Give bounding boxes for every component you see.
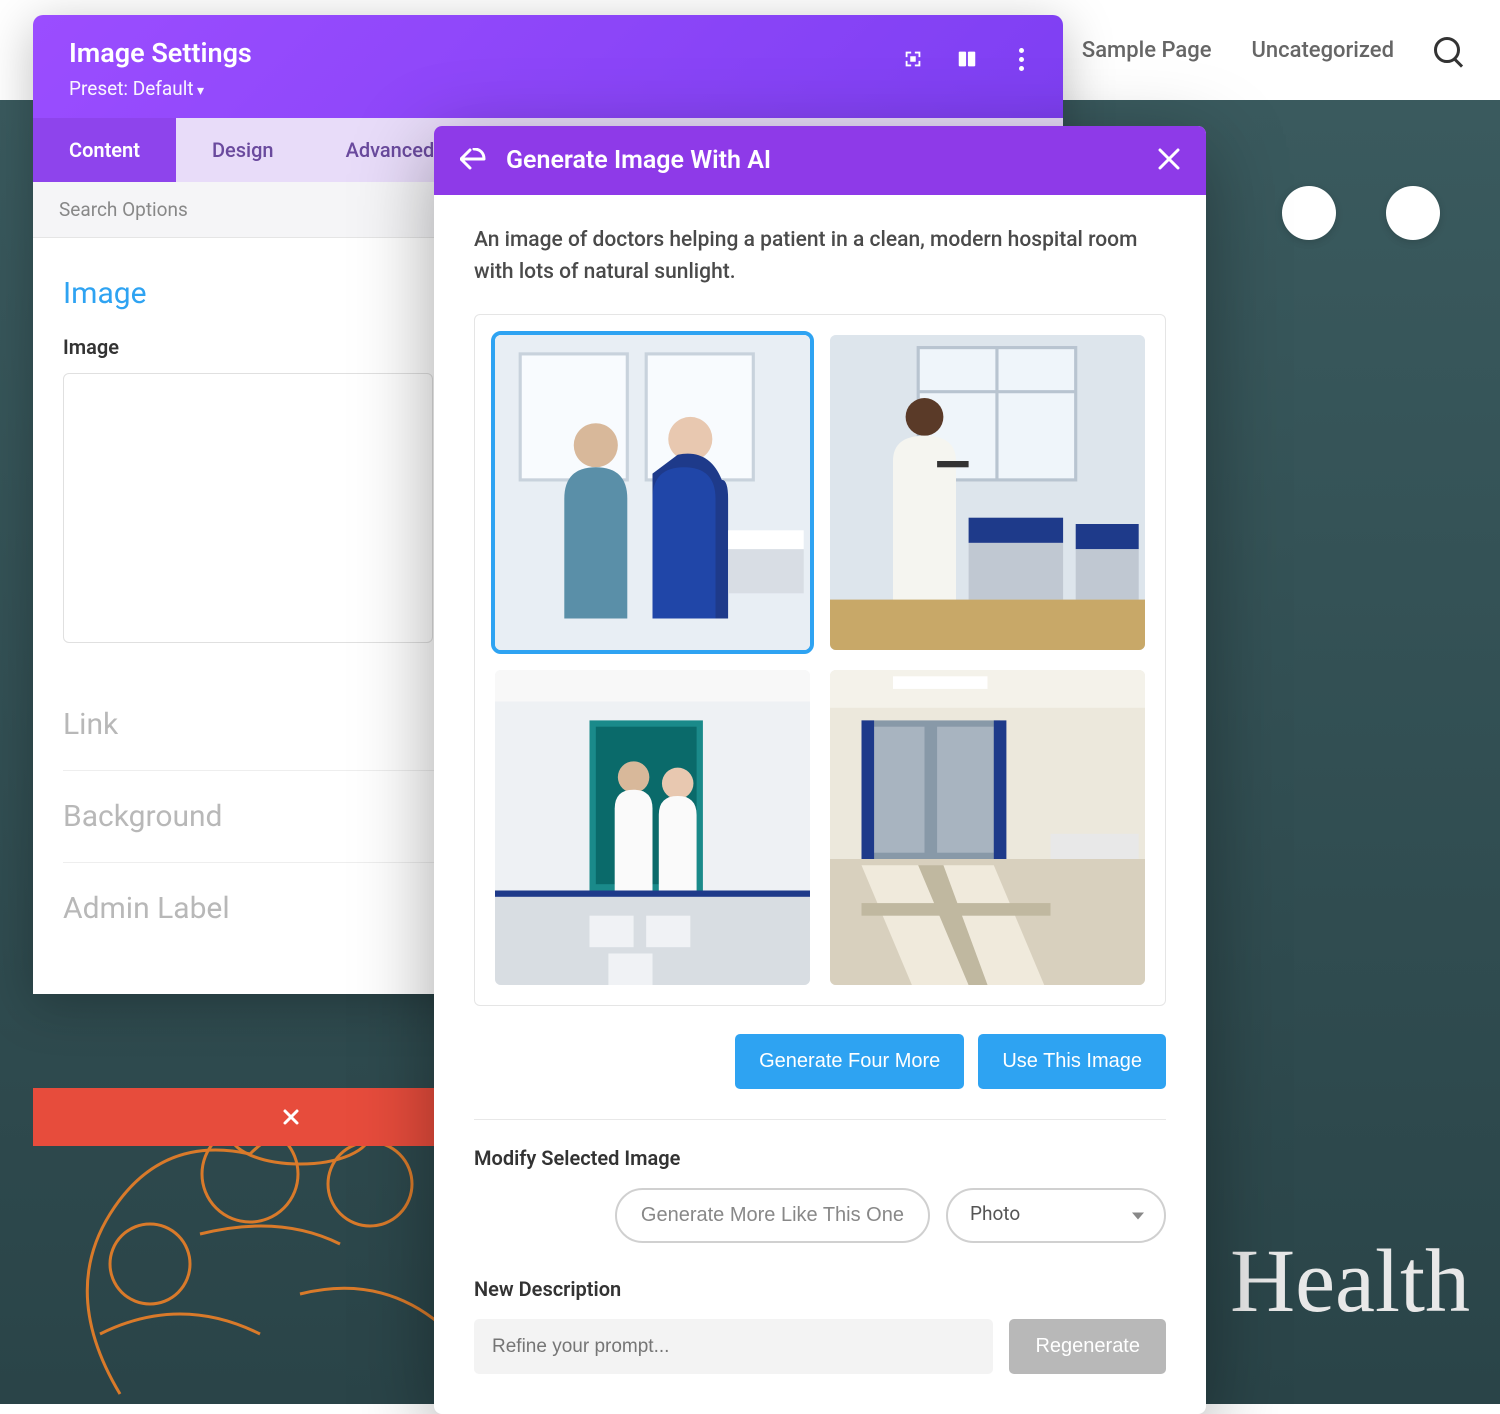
regenerate-button[interactable]: Regenerate [1009,1319,1166,1374]
settings-title: Image Settings [69,37,252,69]
ai-result-thumb-4[interactable] [830,670,1145,985]
new-description-row: Regenerate [474,1319,1166,1374]
preset-dropdown[interactable]: Preset: Default [69,77,252,100]
ai-primary-actions: Generate Four More Use This Image [474,1034,1166,1089]
close-button[interactable] [1158,147,1180,175]
back-arrow-icon [460,148,486,170]
settings-header: Image Settings Preset: Default [33,15,1063,118]
ai-result-thumb-3[interactable] [495,670,810,985]
modify-row: Generate More Like This One Photo [474,1188,1166,1243]
new-description-label: New Description [474,1277,1166,1301]
modify-selected-label: Modify Selected Image [474,1146,1166,1170]
hero-circles [1282,186,1440,240]
tab-content[interactable]: Content [33,118,176,182]
style-select[interactable]: Photo [946,1188,1166,1243]
hero-title: i Health [1183,1230,1470,1333]
search-icon[interactable] [1434,37,1460,63]
ai-modal-header: Generate Image With AI [434,126,1206,195]
fullscreen-icon[interactable] [901,47,925,71]
ai-modal-title: Generate Image With AI [506,146,771,175]
ai-result-thumb-2[interactable] [830,335,1145,650]
more-menu-icon[interactable] [1009,47,1033,71]
refine-prompt-input[interactable] [474,1319,993,1374]
ai-result-thumb-1[interactable] [495,335,810,650]
use-this-image-button[interactable]: Use This Image [978,1034,1166,1089]
nav-item[interactable]: Uncategorized [1251,38,1394,63]
generate-image-ai-modal: Generate Image With AI An image of docto… [434,126,1206,1414]
image-upload-well[interactable] [63,373,433,643]
close-icon [1158,148,1180,170]
generate-four-more-button[interactable]: Generate Four More [735,1034,964,1089]
nav-item[interactable]: Sample Page [1082,38,1212,63]
tab-design[interactable]: Design [176,118,310,182]
close-icon [279,1105,303,1129]
ai-results-grid [474,314,1166,1006]
back-button[interactable] [460,148,486,174]
generate-more-like-button[interactable]: Generate More Like This One [615,1188,930,1243]
ai-prompt-text: An image of doctors helping a patient in… [474,225,1166,288]
divider [474,1119,1166,1120]
columns-icon[interactable] [955,47,979,71]
